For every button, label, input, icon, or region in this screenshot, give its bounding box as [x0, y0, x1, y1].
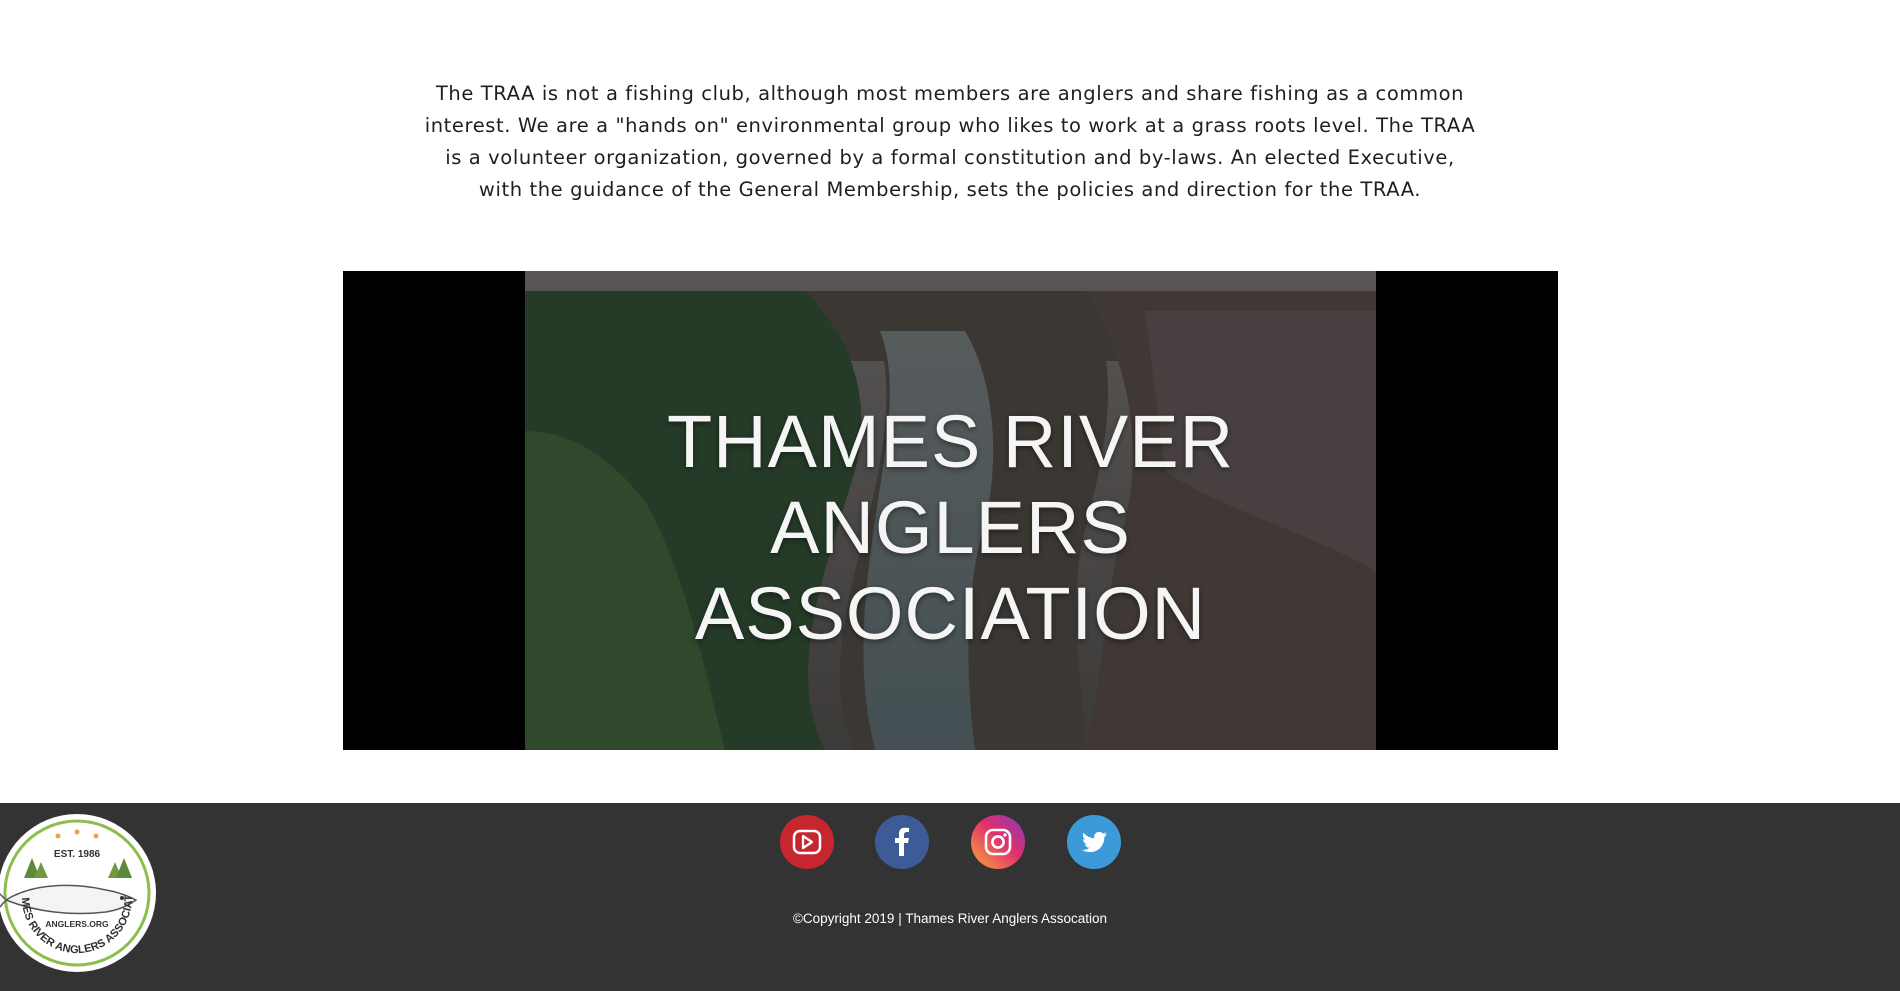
twitter-link[interactable] — [1067, 815, 1121, 869]
footer: ©Copyright 2019 | Thames River Anglers A… — [0, 803, 1900, 991]
traa-logo-badge: EST. 1986 ANGLERS.ORG THAMES RIVER ANGLE… — [0, 803, 156, 972]
copyright-text: ©Copyright 2019 | Thames River Anglers A… — [792, 911, 1108, 926]
youtube-link[interactable] — [780, 815, 834, 869]
logo-est-text: EST. 1986 — [54, 849, 101, 860]
instagram-icon — [984, 828, 1012, 856]
facebook-link[interactable] — [875, 815, 929, 869]
twitter-icon — [1082, 831, 1107, 853]
facebook-icon — [895, 827, 909, 856]
logo-site-text: ANGLERS.ORG — [45, 919, 109, 929]
intro-paragraph: The TRAA is not a fishing club, although… — [424, 81, 1476, 201]
page: The TRAA is not a fishing club, although… — [0, 0, 1900, 991]
video-title-line-1: THAMES RIVER — [666, 400, 1235, 483]
video-player[interactable]: THAMES RIVER ANGLERS ASSOCIATION — [343, 271, 1558, 750]
video-title-line-2: ANGLERS ASSOCIATION — [694, 486, 1207, 655]
video-thumbnail[interactable]: THAMES RIVER ANGLERS ASSOCIATION — [525, 271, 1376, 750]
youtube-icon — [792, 829, 822, 855]
instagram-link[interactable] — [971, 815, 1025, 869]
video-title: THAMES RIVER ANGLERS ASSOCIATION — [525, 399, 1376, 657]
traa-logo[interactable]: EST. 1986 ANGLERS.ORG THAMES RIVER ANGLE… — [0, 803, 158, 974]
